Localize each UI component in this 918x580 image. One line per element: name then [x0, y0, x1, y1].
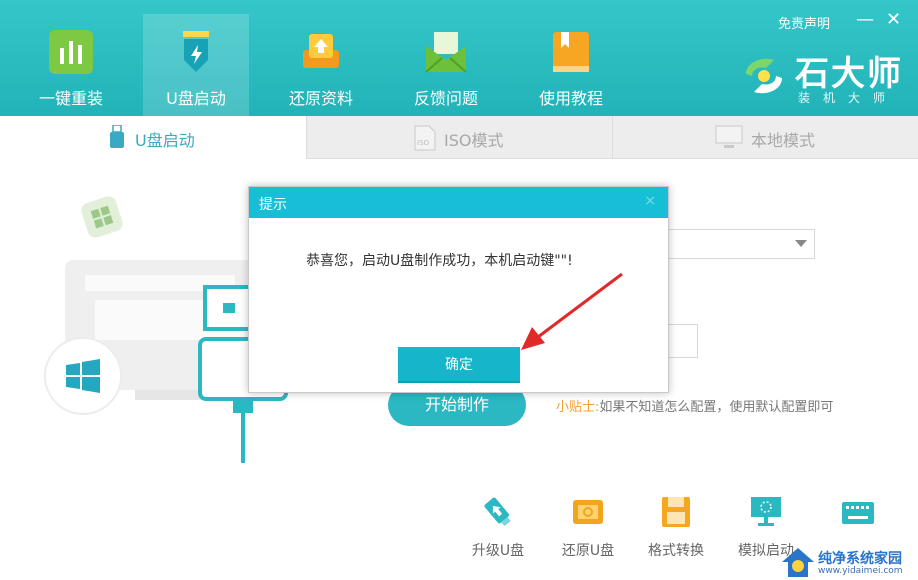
book-icon: [549, 30, 593, 74]
iso-file-icon: ISO: [414, 125, 436, 155]
tip-text: 小贴士:如果不知道怎么配置，使用默认配置即可: [556, 396, 833, 415]
option-input[interactable]: [668, 324, 698, 358]
mail-icon: [424, 30, 468, 74]
tool-label: 格式转换: [648, 543, 704, 559]
tab-local-mode[interactable]: 本地模式: [612, 116, 918, 159]
nav-tutorial[interactable]: 使用教程: [518, 14, 624, 116]
tab-label: 本地模式: [751, 131, 816, 150]
dialog-header: 提示 ×: [249, 187, 668, 218]
restore-icon: [299, 30, 343, 74]
nav-one-click-reinstall[interactable]: 一键重装: [18, 14, 124, 116]
nav-label: 反馈问题: [413, 89, 478, 108]
tool-upgrade-usb[interactable]: 升级U盘: [466, 494, 530, 564]
disclaimer-link[interactable]: 免责声明: [778, 13, 830, 32]
tab-label: U盘启动: [135, 131, 195, 150]
watermark-title: 纯净系统家园: [818, 551, 902, 567]
save-icon: [660, 496, 692, 528]
monitor-icon: [715, 125, 743, 153]
close-button[interactable]: ✕: [886, 9, 901, 30]
minimize-button[interactable]: —: [856, 9, 874, 30]
watermark-url: www.yidaimei.com: [818, 566, 903, 576]
nav-usb-boot[interactable]: U盘启动: [143, 14, 249, 116]
nav-label: 还原资料: [288, 89, 353, 108]
tool-restore-usb[interactable]: 还原U盘: [556, 494, 620, 564]
chevron-down-icon[interactable]: [795, 240, 807, 247]
svg-text:ISO: ISO: [417, 139, 430, 147]
display-icon: [750, 496, 782, 528]
nav-restore-data[interactable]: 还原资料: [268, 14, 374, 116]
success-dialog: 提示 × 恭喜您，启动U盘制作成功，本机启动键""! 确定: [248, 186, 669, 393]
nav-label: 一键重装: [38, 89, 103, 108]
usb-drive-icon: [110, 124, 124, 153]
brand-subtitle: 装机大师: [798, 91, 899, 105]
dialog-title: 提示: [259, 197, 287, 213]
ok-button[interactable]: 确定: [398, 347, 520, 383]
dialog-message: 恭喜您，启动U盘制作成功，本机启动键""!: [306, 253, 573, 269]
keyboard-icon: [842, 496, 874, 528]
tip-content: 如果不知道怎么配置，使用默认配置即可: [599, 400, 834, 415]
usb-icon: [174, 30, 218, 74]
tip-label: 小贴士:: [556, 400, 600, 415]
usb-upgrade-icon: [482, 496, 514, 528]
nav-label: U盘启动: [166, 89, 226, 108]
nav-label: 使用教程: [538, 89, 603, 108]
chart-icon: [49, 30, 93, 74]
tool-format-convert[interactable]: 格式转换: [644, 494, 708, 564]
tab-label: ISO模式: [444, 131, 504, 150]
tool-label: 升级U盘: [471, 543, 525, 559]
house-logo-icon: [782, 548, 814, 577]
nav-feedback[interactable]: 反馈问题: [393, 14, 499, 116]
usb-restore-icon: [572, 496, 604, 528]
mode-tabs: U盘启动 ISO ISO模式 本地模式: [0, 116, 918, 159]
header-bar: 一键重装 U盘启动 还原资料 反馈问题 使用教程 免责声明 — ✕ 石大师 装机…: [0, 0, 918, 116]
tool-label: 还原U盘: [561, 543, 615, 559]
tab-usb-boot[interactable]: U盘启动: [0, 116, 306, 159]
partition-select[interactable]: [668, 229, 815, 259]
tab-iso-mode[interactable]: ISO ISO模式: [306, 116, 612, 159]
dialog-close-icon[interactable]: ×: [644, 193, 656, 209]
brand-logo-icon: [740, 52, 788, 100]
brand-name: 石大师: [795, 54, 903, 94]
site-watermark: 纯净系统家园 www.yidaimei.com: [778, 544, 918, 580]
